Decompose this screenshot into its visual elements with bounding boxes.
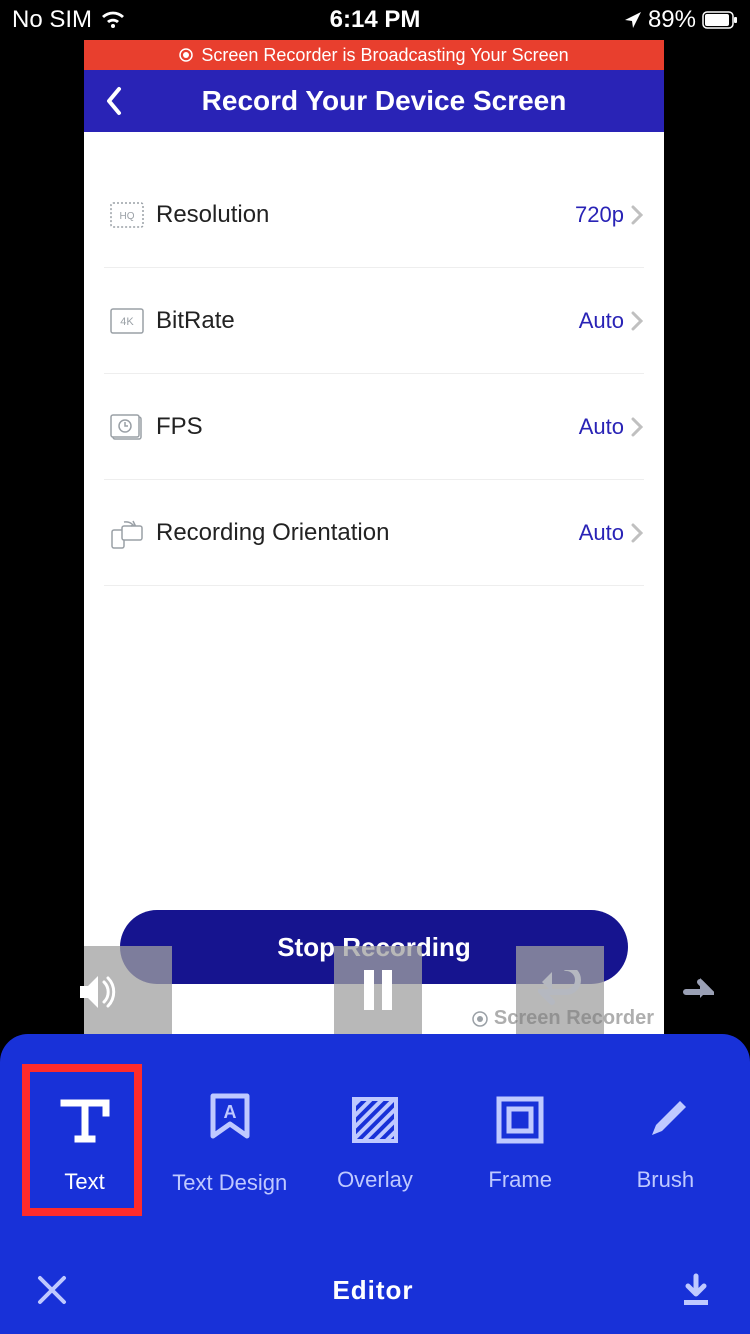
svg-text:A: A: [223, 1102, 236, 1122]
status-bar: No SIM 6:14 PM 89%: [0, 0, 750, 40]
wifi-icon: [100, 10, 126, 30]
row-fps[interactable]: FPS Auto: [104, 374, 644, 480]
chevron-right-icon: [630, 311, 644, 331]
redo-icon[interactable]: [670, 974, 714, 1014]
tool-frame[interactable]: Frame: [457, 1064, 583, 1224]
tool-label: Brush: [637, 1167, 694, 1193]
pause-icon: [362, 968, 394, 1012]
settings-list: HQ Resolution 720p 4K BitRate Auto FPS A…: [84, 132, 664, 586]
speaker-icon: [76, 972, 122, 1012]
export-button[interactable]: [678, 1272, 714, 1308]
row-label: FPS: [150, 413, 579, 441]
carrier-text: No SIM: [12, 6, 92, 34]
orientation-icon: [104, 516, 150, 550]
fps-icon: [104, 412, 150, 442]
title-bar: Record Your Device Screen: [84, 70, 664, 132]
tool-label: Overlay: [337, 1167, 413, 1193]
tool-label: Text: [64, 1169, 104, 1195]
tool-label: Text Design: [172, 1170, 287, 1196]
battery-text: 89%: [648, 6, 696, 34]
close-editor-button[interactable]: [36, 1274, 68, 1306]
tool-brush[interactable]: Brush: [602, 1064, 728, 1224]
editor-panel: Text A Text Design Overlay Frame Brush: [0, 1034, 750, 1334]
editor-tools-row: Text A Text Design Overlay Frame Brush: [0, 1034, 750, 1254]
chevron-right-icon: [630, 205, 644, 225]
editor-bottom-bar: Editor: [0, 1254, 750, 1326]
tool-label: Frame: [488, 1167, 552, 1193]
watermark: Screen Recorder: [472, 1007, 654, 1030]
row-orientation[interactable]: Recording Orientation Auto: [104, 480, 644, 586]
row-value: Auto: [579, 308, 630, 334]
row-value: Auto: [579, 520, 630, 546]
page-title: Record Your Device Screen: [104, 85, 664, 117]
svg-text:4K: 4K: [120, 316, 134, 328]
overlay-tool-icon: [350, 1095, 400, 1145]
tool-text[interactable]: Text: [22, 1064, 148, 1224]
row-label: Recording Orientation: [150, 519, 579, 547]
broadcast-banner: Screen Recorder is Broadcasting Your Scr…: [84, 40, 664, 70]
broadcast-text: Screen Recorder is Broadcasting Your Scr…: [201, 45, 568, 66]
overlay-pause-button[interactable]: [334, 946, 422, 1034]
clock: 6:14 PM: [330, 6, 421, 34]
row-label: Resolution: [150, 201, 575, 229]
frame-tool-icon: [495, 1095, 545, 1145]
text-design-icon: A: [205, 1092, 255, 1148]
editor-title: Editor: [332, 1275, 413, 1306]
battery-icon: [702, 11, 738, 29]
tool-text-design[interactable]: A Text Design: [167, 1064, 293, 1224]
row-value: Auto: [579, 414, 630, 440]
brush-tool-icon: [640, 1095, 690, 1145]
chevron-right-icon: [630, 523, 644, 543]
tool-overlay[interactable]: Overlay: [312, 1064, 438, 1224]
location-icon: [624, 11, 642, 29]
resolution-icon: HQ: [104, 202, 150, 228]
text-tool-icon: [58, 1093, 112, 1147]
record-dot-icon: [179, 48, 193, 62]
row-label: BitRate: [150, 307, 579, 335]
row-resolution[interactable]: HQ Resolution 720p: [104, 162, 644, 268]
undo-icon: [538, 970, 582, 1010]
row-bitrate[interactable]: 4K BitRate Auto: [104, 268, 644, 374]
bitrate-icon: 4K: [104, 308, 150, 334]
row-value: 720p: [575, 202, 630, 228]
recorded-app-screen: Screen Recorder is Broadcasting Your Scr…: [84, 40, 664, 1034]
chevron-right-icon: [630, 417, 644, 437]
svg-text:HQ: HQ: [120, 211, 135, 222]
